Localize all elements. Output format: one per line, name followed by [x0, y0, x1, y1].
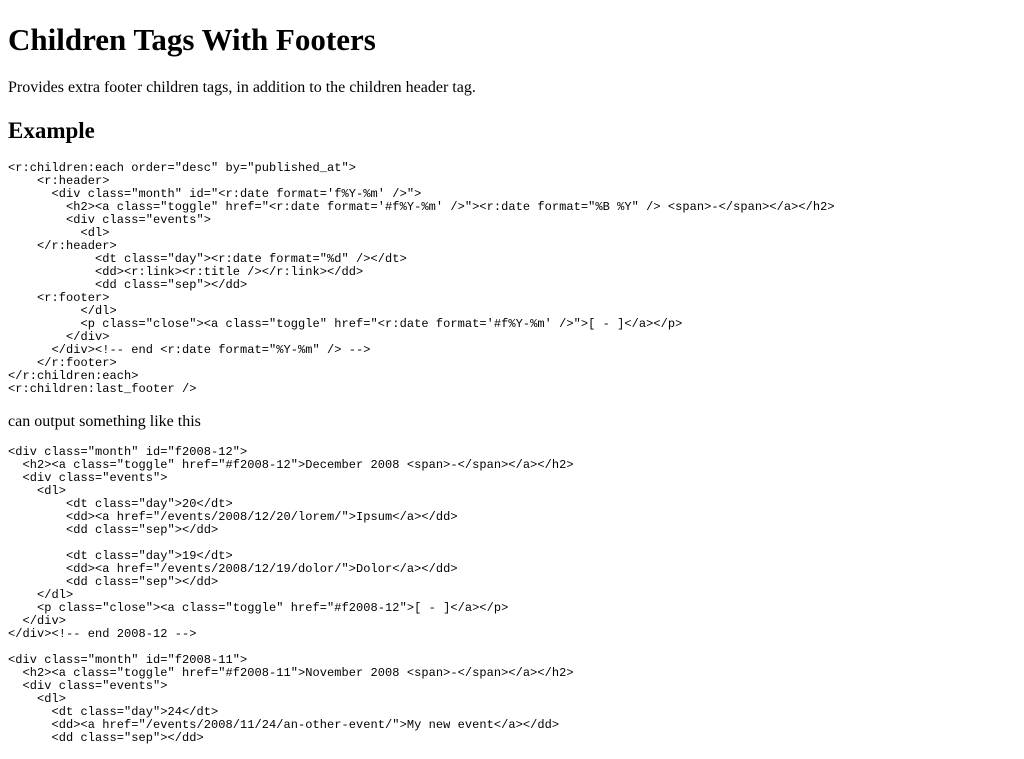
output-intro-paragraph: can output something like this [8, 413, 201, 430]
output-code-block: <div class="month" id="f2008-12"> <h2><a… [8, 445, 574, 745]
example-heading: Example [8, 118, 95, 143]
page-title: Children Tags With Footers [8, 22, 376, 57]
intro-paragraph: Provides extra footer children tags, in … [8, 79, 476, 96]
example-code-block: <r:children:each order="desc" by="publis… [8, 161, 835, 396]
